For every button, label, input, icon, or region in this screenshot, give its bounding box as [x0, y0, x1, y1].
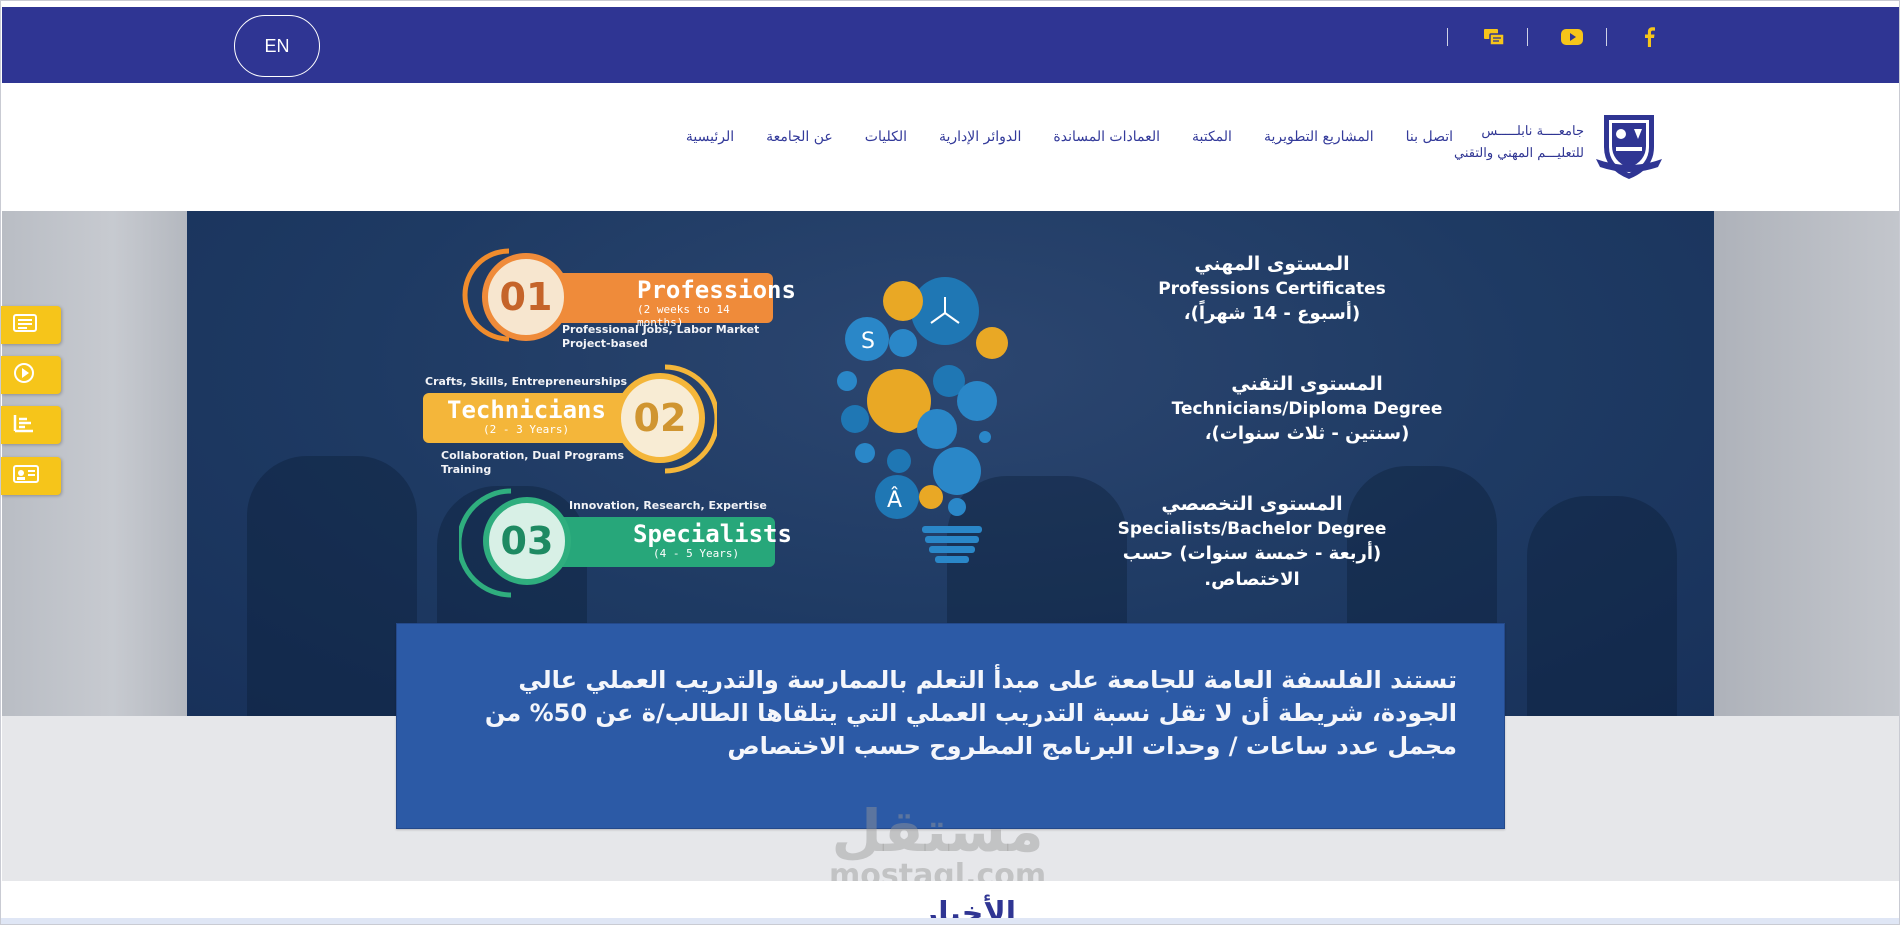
main-nav: الرئيسية عن الجامعة الكليات الدوائر الإد… — [670, 125, 1469, 149]
level-specialists-duration: (أربعة - خمسة سنوات) حسب — [1122, 543, 1382, 564]
browser-status-strip — [1, 918, 1899, 924]
watermark: مستقل mostaql.com — [829, 801, 1046, 891]
level-specialists-ar-title: المستوى التخصصي — [1161, 493, 1343, 515]
side-video-button[interactable] — [1, 356, 61, 394]
level-professions-duration: (أسبوع - 14 شهراً)، — [1183, 303, 1361, 324]
svg-text:S: S — [861, 329, 875, 354]
nav-item-contact[interactable]: اتصل بنا — [1390, 125, 1469, 149]
youtube-icon[interactable] — [1560, 25, 1584, 49]
level-03-years: (4 - 5 Years) — [653, 547, 740, 560]
level-02-note-top: Crafts, Skills, Entrepreneurships — [425, 375, 627, 388]
level-01-title: Professions — [637, 276, 796, 304]
page-frame: EN جامعــــة نابلـــــس للتعليـــم المهن… — [0, 0, 1900, 925]
university-name[interactable]: جامعــــة نابلـــــس للتعليـــم المهني و… — [1454, 121, 1584, 165]
nav-item-home[interactable]: الرئيسية — [670, 125, 750, 149]
level-01-number: 01 — [482, 253, 570, 341]
lightbulb-icon: S Â — [837, 277, 1008, 563]
level-03-number: 03 — [483, 497, 571, 585]
facebook-icon[interactable] — [1637, 25, 1661, 49]
nav-item-deanships[interactable]: العمادات المساندة — [1037, 125, 1176, 149]
svg-text:Â: Â — [887, 487, 902, 513]
mail-card-icon[interactable] — [1482, 25, 1506, 49]
level-02-ring-icon — [664, 364, 717, 474]
side-stats-button[interactable] — [1, 406, 61, 444]
language-toggle-button[interactable]: EN — [234, 15, 320, 77]
side-news-button[interactable] — [1, 306, 61, 344]
level-03-pill: Specialists (4 - 5 Years) — [543, 517, 792, 567]
nav-item-admin-departments[interactable]: الدوائر الإدارية — [923, 125, 1037, 149]
university-logo-icon[interactable] — [1594, 107, 1664, 183]
level-professions-text: المستوى المهني Professions Certificates … — [1107, 251, 1437, 327]
id-card-icon — [13, 465, 39, 487]
nav-item-about[interactable]: عن الجامعة — [750, 125, 849, 149]
play-icon — [13, 362, 35, 388]
news-icon — [13, 314, 37, 336]
level-03-title: Specialists — [633, 520, 792, 548]
nav-item-faculties[interactable]: الكليات — [849, 125, 923, 149]
level-specialists-en-title: Specialists/Bachelor Degree — [1117, 519, 1387, 539]
level-02-years: (2 - 3 Years) — [483, 423, 570, 436]
site-header: جامعــــة نابلـــــس للتعليـــم المهني و… — [2, 83, 1899, 211]
hero-background-right — [1713, 211, 1899, 716]
logo-line-1: جامعــــة نابلـــــس — [1481, 124, 1584, 139]
side-contact-card-button[interactable] — [1, 457, 61, 495]
level-02-note: Collaboration, Dual Programs Training — [441, 449, 625, 476]
level-technicians-text: المستوى التقني Technicians/Diploma Degre… — [1142, 371, 1472, 447]
philosophy-text: تستند الفلسفة العامة للجامعة على مبدأ ال… — [484, 666, 1457, 760]
level-02-title: Technicians — [447, 396, 606, 424]
level-01-pill: Professions (2 weeks to 14 months) — [547, 273, 796, 329]
nav-item-library[interactable]: المكتبة — [1176, 125, 1248, 149]
nav-item-development-projects[interactable]: المشاريع التطويرية — [1248, 125, 1390, 149]
logo-line-2: للتعليـــم المهني والتقني — [1454, 146, 1584, 161]
level-technicians-ar-title: المستوى التقني — [1231, 373, 1383, 395]
level-technicians-duration: (سنتين - ثلاث سنوات)، — [1204, 423, 1410, 444]
level-specialists-duration-2: الاختصاص. — [1204, 569, 1300, 590]
level-03-note-top: Innovation, Research, Expertise — [569, 499, 767, 512]
level-professions-en-title: Professions Certificates — [1158, 279, 1386, 299]
social-links — [1447, 25, 1667, 49]
level-specialists-text: المستوى التخصصي Specialists/Bachelor Deg… — [1087, 491, 1417, 593]
level-01-note: Professional Jobs, Labor Market Project-… — [562, 323, 760, 350]
list-chart-icon — [13, 413, 35, 437]
level-professions-ar-title: المستوى المهني — [1194, 253, 1350, 275]
top-bar: EN — [2, 7, 1899, 83]
watermark-arabic: مستقل — [831, 797, 1044, 865]
level-technicians-en-title: Technicians/Diploma Degree — [1171, 399, 1443, 419]
